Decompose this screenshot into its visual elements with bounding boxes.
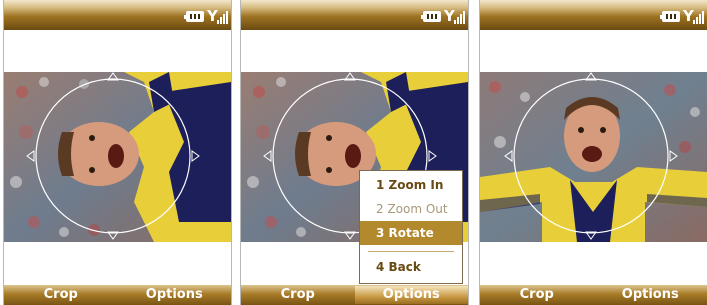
phone-screen-1: Y Crop Options: [3, 0, 232, 305]
status-bar: Y: [4, 0, 231, 30]
battery-icon: [184, 10, 204, 22]
phone-screen-3: Y Crop Options: [479, 0, 707, 305]
status-icons: Y: [421, 6, 465, 26]
photo-upright[interactable]: [480, 72, 707, 242]
status-bar: Y: [241, 0, 468, 30]
options-softkey[interactable]: Options: [594, 286, 707, 304]
status-icons: Y: [184, 6, 228, 26]
menu-item-back[interactable]: 4 Back: [360, 255, 462, 279]
crop-softkey[interactable]: Crop: [4, 286, 118, 304]
options-menu: 1 Zoom In 2 Zoom Out 3 Rotate 4 Back: [359, 170, 463, 284]
softkey-bar: Crop Options: [241, 285, 468, 305]
signal-icon: Y: [444, 7, 465, 25]
crop-softkey[interactable]: Crop: [480, 286, 594, 304]
signal-icon: Y: [683, 7, 704, 25]
status-icons: Y: [660, 6, 704, 26]
status-bar: Y: [480, 0, 707, 30]
options-softkey[interactable]: Options: [118, 286, 232, 304]
menu-item-rotate[interactable]: 3 Rotate: [360, 221, 462, 245]
battery-icon: [660, 10, 680, 22]
menu-item-zoom-out: 2 Zoom Out: [376, 202, 448, 216]
photo-rotated[interactable]: [4, 72, 231, 242]
menu-separator: [368, 251, 454, 252]
softkey-bar: Crop Options: [4, 285, 231, 305]
crop-softkey[interactable]: Crop: [241, 286, 355, 304]
battery-icon: [421, 10, 441, 22]
options-softkey[interactable]: Options: [354, 286, 468, 304]
softkey-bar: Crop Options: [480, 285, 707, 305]
menu-item-zoom-in[interactable]: 1 Zoom In: [360, 173, 462, 197]
phone-screen-2: Y 1 Zoom In 2 Zoom Out 3 Rotate 4 Back C…: [240, 0, 469, 305]
signal-icon: Y: [207, 7, 228, 25]
